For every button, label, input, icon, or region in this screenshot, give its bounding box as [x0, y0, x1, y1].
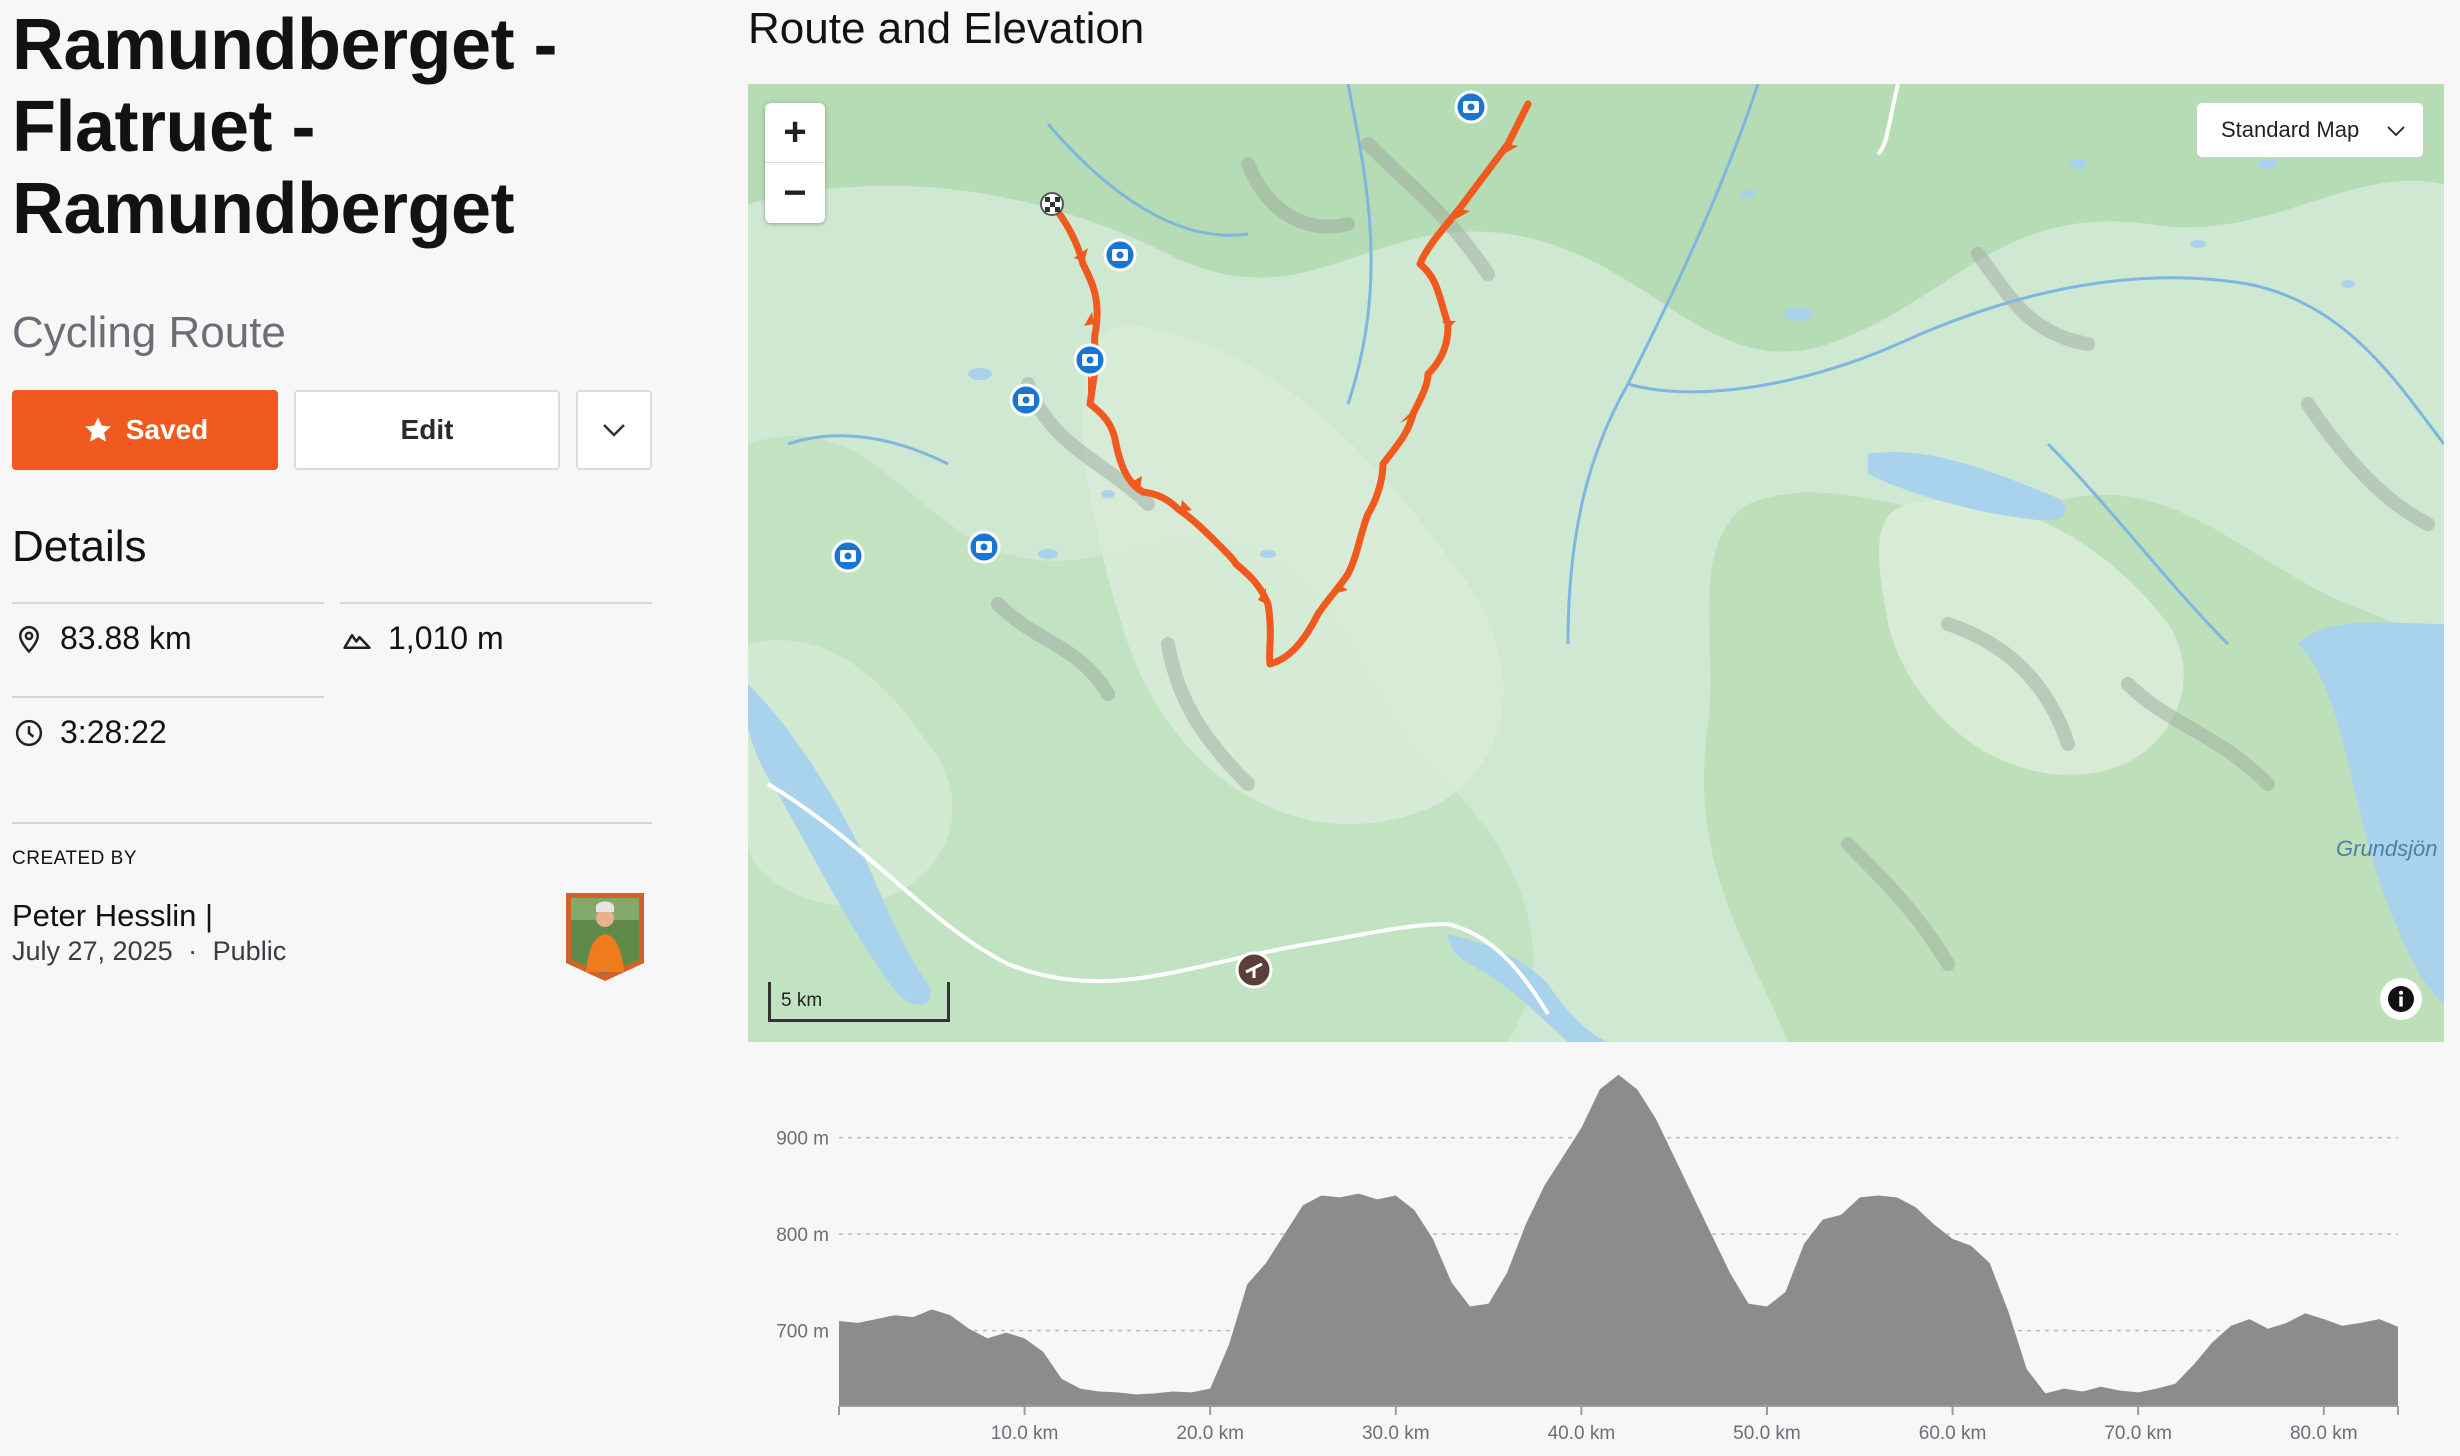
photo-marker[interactable]: [1453, 89, 1489, 125]
creator-meta: July 27, 2025 · Public: [12, 936, 286, 967]
x-tick-label: 70.0 km: [2104, 1423, 2172, 1444]
lake-label: Grundsjön: [2336, 836, 2438, 861]
elevation-value: 1,010 m: [388, 620, 504, 656]
details-heading: Details: [12, 522, 147, 571]
section-title: Route and Elevation: [748, 4, 1145, 53]
x-tick-label: 40.0 km: [1548, 1423, 1616, 1444]
chevron-down-icon: [603, 424, 625, 437]
saved-button-label: Saved: [125, 414, 209, 445]
distance-stat: 83.88 km: [14, 620, 192, 657]
edit-button-label: Edit: [400, 414, 454, 445]
y-tick-label: 900 m: [776, 1129, 829, 1150]
route-type: Cycling Route: [12, 308, 286, 357]
x-tick-label: 20.0 km: [1176, 1423, 1244, 1444]
distance-value: 83.88 km: [60, 620, 192, 656]
route-details-panel: Ramundberget - Flatruet - Ramundberget C…: [0, 0, 680, 1456]
divider: [12, 696, 324, 698]
zoom-out-button[interactable]: −: [765, 163, 825, 223]
zoom-in-button[interactable]: +: [765, 103, 825, 163]
time-value: 3:28:22: [60, 714, 167, 750]
created-date: July 27, 2025: [12, 936, 173, 966]
saved-button[interactable]: Saved: [12, 390, 278, 470]
photo-marker[interactable]: [830, 538, 866, 574]
info-icon: [2388, 986, 2414, 1012]
divider: [340, 602, 652, 604]
x-tick-label: 60.0 km: [1919, 1423, 1987, 1444]
map-type-label: Standard Map: [2221, 117, 2360, 142]
route-title: Ramundberget - Flatruet - Ramundberget: [12, 5, 558, 249]
map-type-select[interactable]: Standard Map: [2196, 102, 2424, 158]
y-tick-label: 700 m: [776, 1322, 829, 1343]
photo-marker[interactable]: [966, 529, 1002, 565]
photo-marker[interactable]: [1008, 382, 1044, 418]
location-pin-icon: [18, 625, 40, 653]
avatar[interactable]: [562, 890, 648, 984]
photo-marker[interactable]: [1102, 237, 1138, 273]
map-tiles: [748, 84, 2444, 1042]
elevation-area: [839, 1074, 2398, 1405]
map-scale: 5 km: [768, 982, 950, 1022]
created-by-label: CREATED BY: [12, 848, 138, 869]
photo-marker[interactable]: [1072, 342, 1108, 378]
route-map[interactable]: + − Standard Map 5 km Grundsjön: [748, 84, 2444, 1042]
y-tick-label: 800 m: [776, 1225, 829, 1246]
x-tick-label: 10.0 km: [991, 1423, 1059, 1444]
divider: [12, 822, 652, 824]
divider: [12, 602, 324, 604]
star-icon: [84, 417, 111, 442]
elevation-svg: 700 m 800 m 900 m 10.0 km 20.0 km 30.0 km 40.0…: [776, 1074, 2399, 1444]
time-stat: 3:28:22: [14, 714, 167, 751]
mountain-icon: [343, 633, 371, 649]
creator-name[interactable]: Peter Hesslin |: [12, 898, 213, 934]
more-options-button[interactable]: [576, 390, 652, 470]
start-marker[interactable]: [1040, 192, 1064, 216]
elevation-stat: 1,010 m: [342, 620, 504, 657]
meta-separator: ·: [188, 936, 198, 966]
poi-marker[interactable]: [1235, 951, 1273, 989]
x-tick-label: 30.0 km: [1362, 1423, 1430, 1444]
clock-icon: [15, 719, 43, 746]
zoom-control: + −: [765, 103, 825, 223]
map-info-button[interactable]: [2380, 978, 2422, 1020]
chevron-down-icon: [2387, 126, 2405, 137]
x-tick-label: 80.0 km: [2290, 1423, 2358, 1444]
edit-button[interactable]: Edit: [294, 390, 560, 470]
elevation-chart[interactable]: 700 m 800 m 900 m 10.0 km 20.0 km 30.0 km 40.0…: [748, 1042, 2444, 1456]
visibility-label: Public: [212, 936, 287, 966]
x-tick-label: 50.0 km: [1733, 1423, 1801, 1444]
